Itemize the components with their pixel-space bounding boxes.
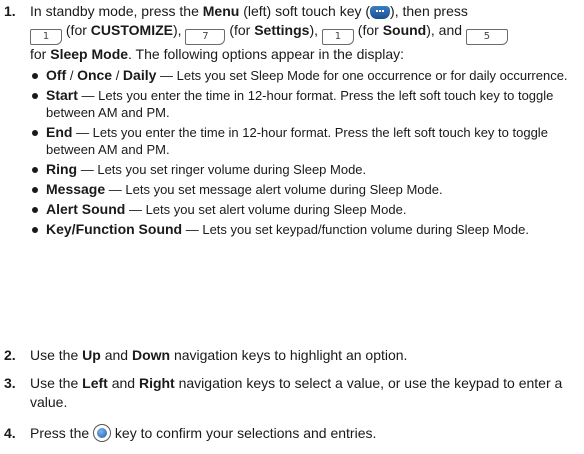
option-label: Start: [46, 87, 78, 103]
text-run: and: [100, 347, 132, 363]
ok-key-icon: [93, 424, 112, 442]
option-item: Message — Lets you set message alert vol…: [30, 181, 580, 198]
key-1-icon: 1: [30, 29, 62, 45]
menu-softkey-icon: [370, 6, 391, 19]
step-4: 4. Press the key to confirm your selecti…: [4, 424, 580, 443]
option-description: — Lets you enter the time in 12-hour for…: [46, 125, 548, 157]
text-run: In standby mode, press the: [30, 3, 203, 19]
text-run: Use the: [30, 347, 83, 363]
step-2-text: Use the Up and Down navigation keys to h…: [30, 346, 580, 365]
settings-label: Settings: [254, 22, 310, 38]
option-description: — Lets you set keypad/function volume du…: [182, 222, 529, 237]
text-run: for: [30, 46, 51, 62]
option-label: Message: [46, 181, 106, 197]
option-item: Off / Once / Daily — Lets you set Sleep …: [30, 67, 580, 84]
option-item: Start — Lets you enter the time in 12-ho…: [30, 87, 580, 121]
option-item: Alert Sound — Lets you set alert volume …: [30, 201, 580, 218]
text-run: and: [107, 375, 139, 391]
menu-label: Menu: [202, 3, 240, 19]
option-description: — Lets you set Sleep Mode for one occurr…: [156, 68, 568, 83]
key-label: 1: [42, 31, 50, 42]
option-description: — Lets you enter the time in 12-hour for…: [46, 88, 554, 120]
down-label: Down: [131, 347, 171, 363]
option-label: Once: [77, 67, 113, 83]
option-label: End: [46, 124, 73, 140]
key-label: 7: [202, 31, 209, 42]
key-7-icon: 7: [185, 29, 226, 45]
option-item: Key/Function Sound — Lets you set keypad…: [30, 221, 580, 238]
text-run: (for: [225, 22, 255, 38]
instruction-page: 1. In standby mode, press the Menu (left…: [0, 0, 584, 454]
step-1: 1. In standby mode, press the Menu (left…: [4, 2, 580, 241]
step-2: 2. Use the Up and Down navigation keys t…: [4, 346, 580, 365]
step-3: 3. Use the Left and Right navigation key…: [4, 374, 580, 412]
text-run: navigation keys to highlight an option.: [170, 347, 408, 363]
option-label: Ring: [46, 161, 78, 177]
step-number: 4.: [4, 425, 16, 441]
options-list: Off / Once / Daily — Lets you set Sleep …: [30, 67, 580, 238]
sound-label: Sound: [382, 22, 427, 38]
option-item: End — Lets you enter the time in 12-hour…: [30, 124, 580, 158]
text-run: (for: [62, 22, 91, 38]
step-1-text: In standby mode, press the Menu (left) s…: [30, 2, 580, 64]
option-item: Ring — Lets you set ringer volume during…: [30, 161, 580, 178]
key-5-icon: 5: [465, 29, 508, 45]
customize-label: CUSTOMIZE: [90, 22, 173, 38]
text-run: key to confirm your selections and entri…: [111, 425, 377, 441]
step-number: 3.: [4, 375, 16, 391]
option-sep: /: [66, 68, 78, 83]
key-label: 1: [334, 31, 342, 42]
option-description: — Lets you set ringer volume during Slee…: [77, 162, 367, 177]
option-description: — Lets you set message alert volume duri…: [105, 182, 443, 197]
right-label: Right: [138, 375, 175, 391]
step-number: 2.: [4, 347, 16, 363]
key-1-icon: 1: [321, 29, 354, 45]
sleep-mode-label: Sleep Mode: [50, 46, 129, 62]
text-run: ), then press: [390, 3, 468, 19]
option-label: Daily: [122, 67, 157, 83]
option-label: Key/Function Sound: [46, 221, 183, 237]
step-1-body: In standby mode, press the Menu (left) s…: [30, 2, 580, 241]
text-run: Press the: [30, 425, 94, 441]
left-label: Left: [82, 375, 108, 391]
step-3-text: Use the Left and Right navigation keys t…: [30, 374, 580, 412]
text-run: ), and: [426, 22, 466, 38]
option-label: Off: [46, 67, 67, 83]
option-sep: /: [112, 68, 123, 83]
text-run: ),: [309, 22, 322, 38]
option-label: Alert Sound: [46, 201, 126, 217]
step-number: 1.: [4, 3, 16, 19]
text-run: (left) soft touch key (: [239, 3, 371, 19]
text-run: ),: [172, 22, 186, 38]
step-4-text: Press the key to confirm your selections…: [30, 424, 580, 443]
text-run: (for: [353, 22, 383, 38]
text-run: Use the: [30, 375, 83, 391]
key-label: 5: [483, 31, 491, 42]
up-label: Up: [82, 347, 101, 363]
text-run: . The following options appear in the di…: [128, 46, 405, 62]
option-description: — Lets you set alert volume during Sleep…: [125, 202, 407, 217]
